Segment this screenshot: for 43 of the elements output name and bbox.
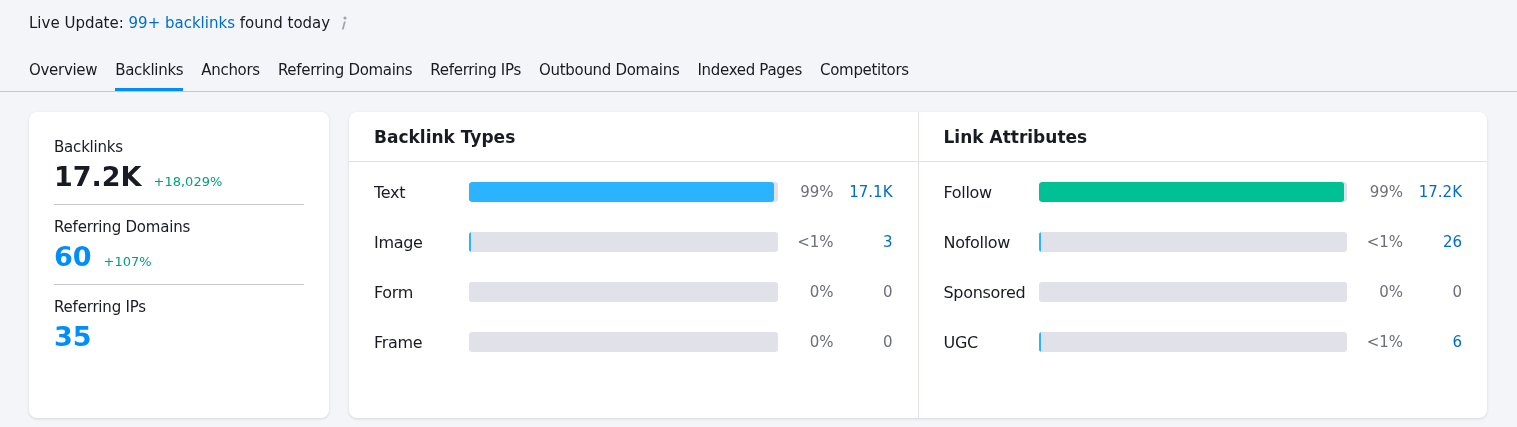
- percent-value: 0%: [808, 283, 834, 301]
- count-link[interactable]: 3: [833, 233, 893, 251]
- count-value: 0: [1451, 283, 1462, 301]
- tab[interactable]: Indexed Pages: [688, 61, 811, 88]
- tab[interactable]: Referring Domains: [268, 61, 422, 88]
- count-link[interactable]: 17.2K: [1403, 183, 1462, 201]
- metric-value: 17.2K: [54, 161, 142, 192]
- count-value: 0: [881, 333, 893, 351]
- tab[interactable]: Overview: [20, 61, 107, 88]
- count-link[interactable]: 6: [1403, 333, 1462, 351]
- row-label: Form: [374, 282, 415, 302]
- count-link[interactable]: 26: [1403, 233, 1462, 251]
- metric-label: Referring Domains: [54, 218, 192, 236]
- row-label: Image: [374, 232, 424, 252]
- tab[interactable]: Backlinks: [115, 61, 184, 91]
- metric-change: +107%: [103, 254, 152, 269]
- row-label: Frame: [374, 332, 424, 352]
- info-icon[interactable]: [340, 15, 349, 31]
- live-update-text: Live Update: 99+ backlinks found today: [29, 14, 331, 32]
- panel-title: Link Attributes: [943, 126, 1088, 147]
- tab[interactable]: Outbound Domains: [530, 61, 689, 88]
- metric-label: Referring IPs: [54, 298, 147, 316]
- percent-value: <1%: [796, 233, 834, 251]
- row-label: Follow: [943, 182, 993, 202]
- percent-value: 99%: [1368, 183, 1403, 201]
- percent-value: <1%: [1365, 333, 1403, 351]
- count-link[interactable]: 17.1K: [833, 183, 893, 201]
- percent-value: 99%: [799, 183, 834, 201]
- percent-value: <1%: [1365, 233, 1403, 251]
- row-label: Sponsored: [943, 282, 1027, 302]
- row-label: Nofollow: [943, 232, 1012, 252]
- metric-change: +18,029%: [153, 174, 223, 189]
- row-label: Text: [374, 182, 407, 202]
- backlinks-link[interactable]: 99+ backlinks: [128, 14, 235, 32]
- tab[interactable]: Anchors: [192, 61, 269, 88]
- percent-value: 0%: [808, 333, 834, 351]
- tab[interactable]: Competitors: [811, 61, 918, 88]
- percent-value: 0%: [1378, 283, 1403, 301]
- tab[interactable]: Referring IPs: [421, 61, 530, 88]
- row-label: UGC: [943, 332, 979, 352]
- metric-label: Backlinks: [54, 138, 124, 156]
- count-value: 0: [881, 283, 893, 301]
- panel-title: Backlink Types: [374, 126, 516, 147]
